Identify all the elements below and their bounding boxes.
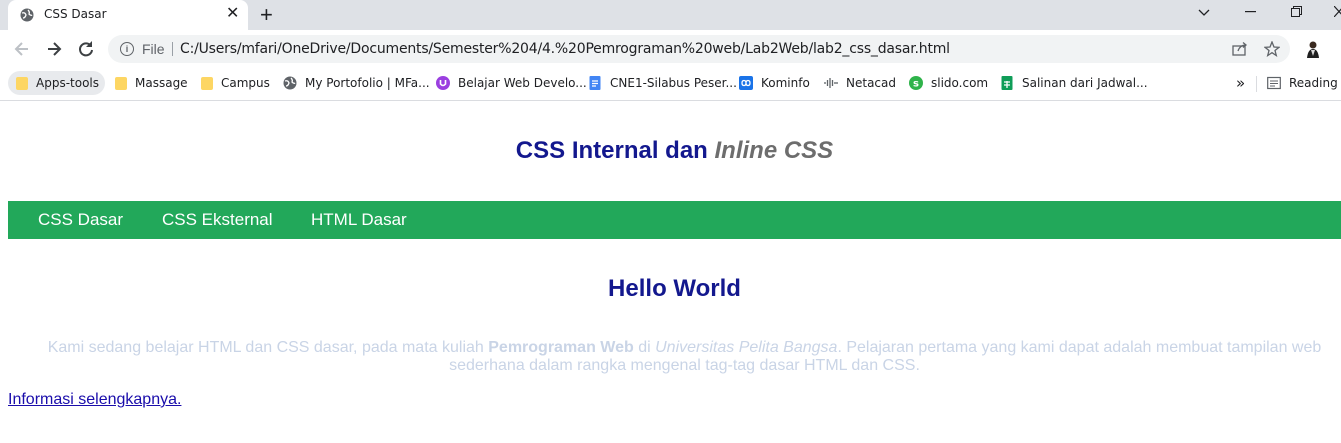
avatar[interactable] bbox=[1304, 40, 1322, 58]
reading-list-label: Reading li bbox=[1289, 76, 1341, 90]
page-title-em: Inline CSS bbox=[714, 137, 834, 164]
tab-title: CSS Dasar bbox=[44, 7, 107, 21]
bookmark-belajar-web[interactable]: Belajar Web Develo... bbox=[436, 71, 587, 95]
reload-icon[interactable] bbox=[76, 39, 96, 59]
bookmarks-overflow-icon[interactable]: » bbox=[1236, 71, 1245, 95]
nav-link-html-dasar[interactable]: HTML Dasar bbox=[311, 210, 407, 230]
folder-icon bbox=[16, 76, 28, 90]
nav-link-css-eksternal[interactable]: CSS Eksternal bbox=[162, 210, 273, 230]
page-content: CSS Internal dan Inline CSS CSS Dasar CS… bbox=[0, 101, 1341, 443]
para-text-1: Kami sedang belajar HTML dan CSS dasar, … bbox=[47, 339, 489, 356]
bookmark-label: Belajar Web Develo... bbox=[458, 76, 587, 90]
bookmark-portofolio[interactable]: My Portofolio | MFa... bbox=[283, 71, 430, 95]
para-text-2: di bbox=[633, 339, 656, 356]
sheets-icon bbox=[1001, 76, 1013, 90]
page-title-main: CSS Internal dan bbox=[515, 137, 715, 164]
bookmark-label: CNE1-Silabus Peser... bbox=[610, 76, 737, 90]
address-separator bbox=[172, 42, 173, 56]
bookmarks-divider bbox=[1256, 76, 1257, 92]
para-course: Pemrograman Web bbox=[488, 339, 634, 356]
reading-list-icon bbox=[1267, 76, 1281, 90]
intro-paragraph: Kami sedang belajar HTML dan CSS dasar, … bbox=[28, 339, 1341, 375]
close-window-icon[interactable] bbox=[1334, 6, 1341, 17]
bookmark-label: Massage bbox=[135, 76, 188, 90]
close-tab-icon[interactable]: ✕ bbox=[226, 6, 239, 22]
bookmark-label: Kominfo bbox=[761, 76, 810, 90]
para-university: Universitas Pelita Bangsa bbox=[655, 339, 838, 356]
hello-heading: Hello World bbox=[608, 275, 741, 302]
bookmark-netacad[interactable]: Netacad bbox=[824, 71, 896, 95]
minimize-icon[interactable] bbox=[1245, 11, 1256, 13]
cisco-icon bbox=[824, 78, 838, 88]
more-info-link[interactable]: Informasi selengkapnya. bbox=[8, 391, 181, 409]
bookmark-label: Apps-tools bbox=[36, 76, 99, 90]
globe-icon bbox=[20, 8, 34, 22]
reading-list[interactable]: Reading li bbox=[1267, 71, 1341, 95]
bookmark-star-icon[interactable] bbox=[1264, 41, 1280, 57]
url-text[interactable]: C:/Users/mfari/OneDrive/Documents/Semest… bbox=[180, 41, 950, 57]
folder-icon bbox=[201, 76, 213, 90]
nav-link-css-dasar[interactable]: CSS Dasar bbox=[38, 210, 123, 230]
new-tab-icon[interactable]: + bbox=[260, 4, 273, 26]
bookmark-label: Salinan dari Jadwal... bbox=[1022, 76, 1148, 90]
docs-icon bbox=[589, 76, 601, 90]
address-bar[interactable]: i File C:/Users/mfari/OneDrive/Documents… bbox=[108, 35, 1290, 63]
forward-icon[interactable] bbox=[44, 39, 64, 59]
bookmark-salinan-jadwal[interactable]: Salinan dari Jadwal... bbox=[1000, 71, 1148, 95]
browser-toolbar: i File C:/Users/mfari/OneDrive/Documents… bbox=[0, 30, 1341, 67]
bookmark-kominfo[interactable]: Kominfo bbox=[739, 71, 810, 95]
main-nav: CSS Dasar CSS Eksternal HTML Dasar bbox=[8, 201, 1341, 239]
bookmark-label: slido.com bbox=[931, 76, 989, 90]
bookmark-cne1-silabus[interactable]: CNE1-Silabus Peser... bbox=[588, 71, 737, 95]
infinity-icon bbox=[739, 76, 753, 90]
bookmark-label: Campus bbox=[221, 76, 270, 90]
folder-icon bbox=[115, 76, 127, 90]
share-icon[interactable] bbox=[1232, 42, 1248, 56]
tab-strip: CSS Dasar ✕ + bbox=[0, 0, 1341, 30]
bookmark-label: My Portofolio | MFa... bbox=[305, 76, 430, 90]
info-icon[interactable]: i bbox=[120, 42, 134, 56]
slido-icon: s bbox=[909, 76, 923, 90]
page-title: CSS Internal dan Inline CSS bbox=[8, 137, 1341, 165]
bookmark-massage[interactable]: Massage bbox=[115, 71, 188, 95]
purple-u-icon bbox=[436, 76, 450, 90]
back-icon[interactable] bbox=[12, 39, 32, 59]
bookmark-campus[interactable]: Campus bbox=[201, 71, 270, 95]
globe-icon bbox=[283, 76, 297, 90]
bookmarks-bar: Apps-tools Massage Campus My Portofolio … bbox=[0, 67, 1341, 101]
tab-search-chevron-icon[interactable] bbox=[1198, 8, 1210, 18]
scheme-label: File bbox=[142, 41, 165, 57]
tab-css-dasar[interactable]: CSS Dasar ✕ bbox=[8, 0, 248, 30]
bookmark-apps-tools[interactable]: Apps-tools bbox=[8, 71, 105, 95]
bookmark-label: Netacad bbox=[846, 76, 896, 90]
svg-text:s: s bbox=[913, 79, 919, 90]
restore-icon[interactable] bbox=[1291, 6, 1302, 17]
bookmark-slido[interactable]: s slido.com bbox=[909, 71, 988, 95]
